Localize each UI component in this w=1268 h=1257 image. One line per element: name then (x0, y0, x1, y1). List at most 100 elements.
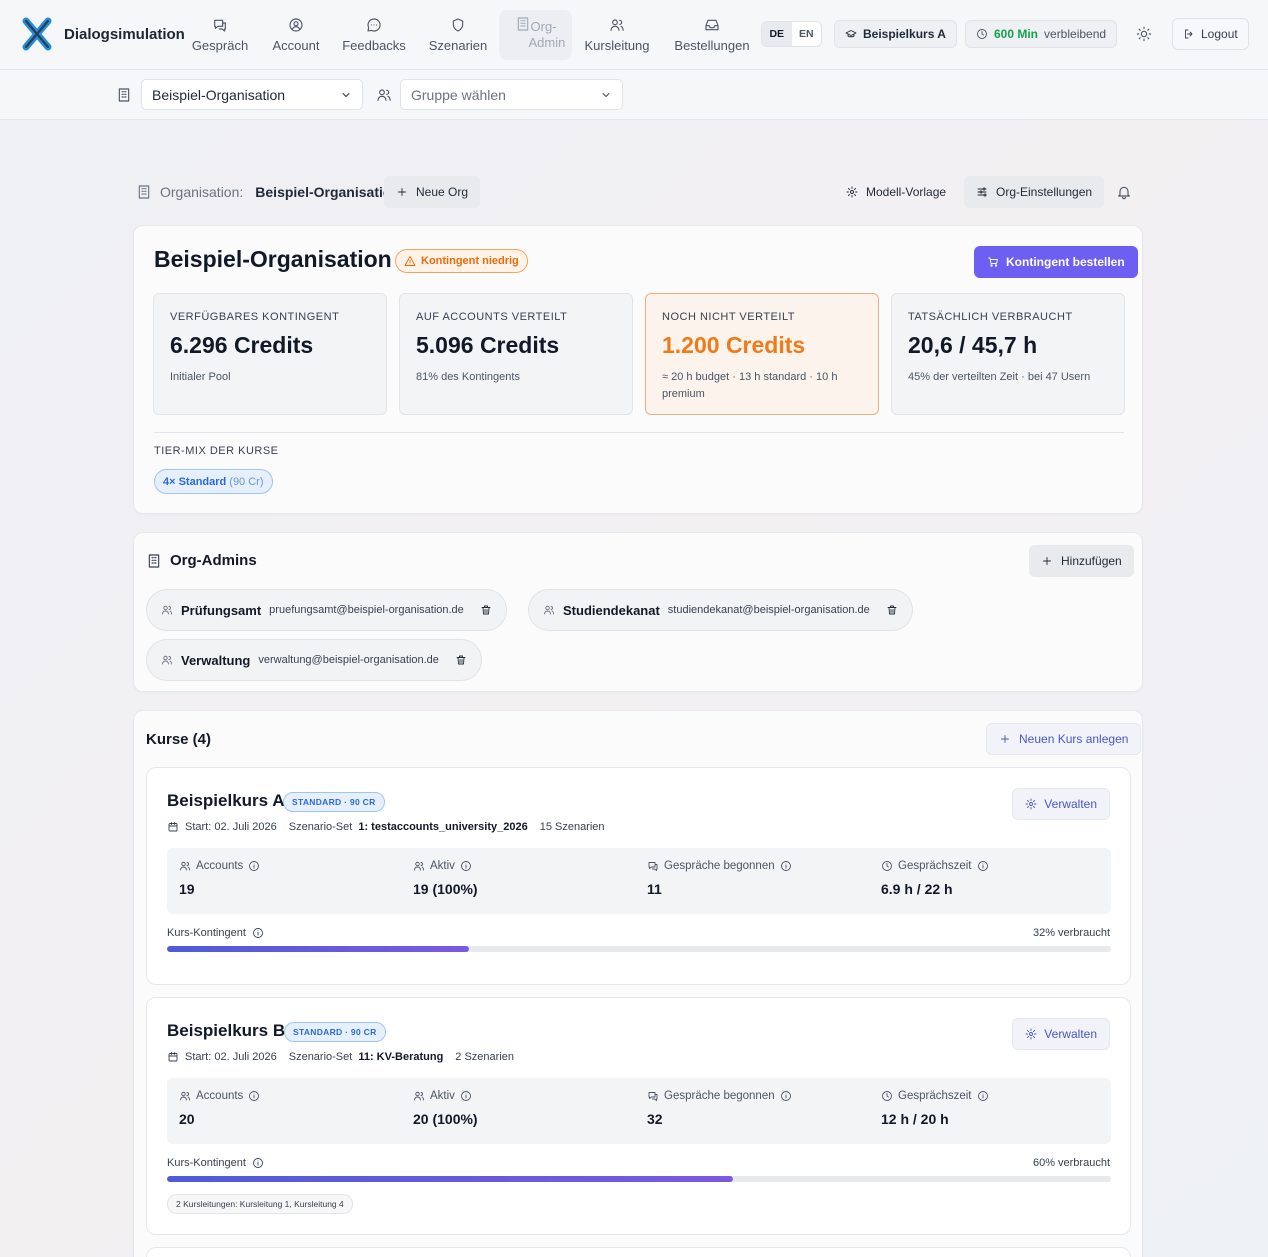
courses-title: Kurse (4) (146, 731, 212, 748)
trash-icon[interactable] (886, 604, 898, 616)
lang-en[interactable]: EN (792, 22, 822, 46)
new-org-button[interactable]: Neue Org (384, 176, 481, 208)
nav-kursleitung[interactable]: Kursleitung (582, 10, 652, 60)
building-icon (146, 553, 162, 569)
course-meta: Start: 02. Juli 2026 Szenario-Set 11: KV… (167, 1051, 514, 1063)
nav-account[interactable]: Account (268, 10, 324, 60)
order-quota-button[interactable]: Kontingent bestellen (974, 246, 1138, 278)
admin-name: Prüfungsamt (181, 602, 262, 618)
shield-icon (450, 17, 466, 33)
add-admin-label: Hinzufügen (1061, 554, 1122, 568)
inbox-icon (704, 17, 720, 33)
info-icon[interactable] (780, 1090, 792, 1102)
course-set-name: 11: KV-Beratung (358, 1051, 444, 1063)
plus-icon (999, 733, 1011, 745)
info-icon[interactable] (248, 860, 260, 872)
nav-gespraech[interactable]: Gespräch (190, 10, 250, 60)
nav-org-admin[interactable]: Org-Admin (499, 10, 572, 60)
building-icon (515, 16, 531, 32)
nav-label: Org-Admin (528, 19, 566, 50)
lang-de[interactable]: DE (762, 22, 792, 46)
info-icon[interactable] (977, 1090, 989, 1102)
course-quota-label: Kurs-Kontingent (167, 927, 264, 939)
course-tier-badge: STANDARD · 90 CR (283, 792, 385, 812)
info-icon[interactable] (252, 1157, 264, 1169)
quota-label-text: Kurs-Kontingent (167, 1157, 246, 1169)
admin-email: studiendekanat@beispiel-organisation.de (667, 604, 870, 616)
course-leads-chip: 2 Kursleitungen: Kursleitung 1, Kursleit… (167, 1194, 353, 1214)
admin-chip: Verwaltung verwaltung@beispiel-organisat… (146, 639, 482, 681)
gear-icon (1025, 1028, 1037, 1040)
course-quota-label: Kurs-Kontingent (167, 1157, 264, 1169)
users-icon (179, 1090, 191, 1102)
metric-active: Aktiv 19 (100%) (413, 860, 478, 897)
metric-value: 11 (647, 881, 662, 897)
message-icon (366, 17, 382, 33)
stat-value: 5.096 Credits (416, 332, 560, 358)
theme-toggle-icon[interactable] (1136, 26, 1152, 42)
course-set-prefix: Szenario-Set (288, 1051, 353, 1063)
org-settings-button[interactable]: Org-Einstellungen (964, 176, 1105, 208)
stat-caption: Tatsächlich verbraucht (908, 311, 1073, 323)
info-icon[interactable] (248, 1090, 260, 1102)
metric-label: Aktiv (430, 1090, 455, 1102)
nav-bestellungen[interactable]: Bestellungen (672, 10, 752, 60)
metric-value: 19 (100%) (413, 881, 478, 897)
info-icon[interactable] (460, 1090, 472, 1102)
users-icon (376, 87, 392, 103)
group-select[interactable]: Gruppe wählen (400, 79, 623, 110)
gear-icon (846, 186, 858, 198)
course-meta: Start: 02. Juli 2026 Szenario-Set 1: tes… (167, 821, 605, 833)
info-icon[interactable] (977, 860, 989, 872)
metric-value: 20 (100%) (413, 1111, 478, 1127)
trash-icon[interactable] (455, 654, 467, 666)
org-label: Organisation: Beispiel-Organisation (136, 184, 400, 200)
courses-card: Kurse (4) Neuen Kurs anlegen Beispielkur… (133, 710, 1143, 1257)
info-icon[interactable] (780, 860, 792, 872)
current-course-button[interactable]: Beispielkurs A (834, 20, 957, 48)
brand[interactable]: Dialogsimulation (20, 17, 185, 51)
logout-label: Logout (1201, 27, 1238, 41)
brand-name: Dialogsimulation (64, 25, 185, 43)
user-circle-icon (288, 17, 304, 33)
course-card: Beispielkurs B STANDARD · 90 CR Verwalte… (146, 997, 1131, 1235)
org-select[interactable]: Beispiel-Organisation (141, 79, 363, 110)
logout-button[interactable]: Logout (1172, 18, 1249, 50)
manage-course-button[interactable]: Verwalten (1012, 1018, 1110, 1050)
calendar-icon (167, 1051, 179, 1063)
manage-course-button[interactable]: Verwalten (1012, 788, 1110, 820)
user-icon (161, 604, 173, 616)
tier-mix-main: 4× Standard (163, 475, 227, 488)
nav-label: Kursleitung (584, 38, 650, 53)
add-admin-button[interactable]: Hinzufügen (1029, 545, 1134, 577)
user-icon (161, 654, 173, 666)
metric-value: 19 (179, 881, 195, 897)
course-set-name: 1: testaccounts_university_2026 (358, 821, 528, 833)
info-icon[interactable] (460, 860, 472, 872)
course-metrics: Accounts 20 Aktiv 20 (100%) Gespräche be… (167, 1078, 1111, 1144)
clock-icon (881, 1090, 893, 1102)
model-template-button[interactable]: Modell-Vorlage (834, 176, 958, 208)
users-icon (413, 1090, 425, 1102)
admin-name: Studiendekanat (563, 602, 660, 618)
nav-szenarien[interactable]: Szenarien (426, 10, 490, 60)
nav-feedbacks[interactable]: Feedbacks (340, 10, 408, 60)
metric-label: Gespräche begonnen (664, 1090, 775, 1102)
org-overview-card: Beispiel-Organisation Kontingent niedrig… (133, 225, 1143, 514)
minutes-remaining: 600 Min verbleibend (965, 20, 1118, 48)
trash-icon[interactable] (480, 604, 492, 616)
metric-conversations: Gespräche begonnen 11 (647, 860, 792, 897)
course-scenarios: 2 Szenarien (455, 1051, 515, 1063)
quota-low-label: Kontingent niedrig (421, 255, 519, 267)
bell-icon[interactable] (1116, 184, 1132, 200)
info-icon[interactable] (252, 927, 264, 939)
group-select-placeholder: Gruppe wählen (411, 86, 506, 103)
metric-label: Gespräche begonnen (664, 860, 775, 872)
course-start: Start: 02. Juli 2026 (185, 821, 277, 833)
new-course-button[interactable]: Neuen Kurs anlegen (986, 723, 1142, 755)
minutes-value: 600 Min (994, 27, 1039, 41)
stat-sub: Initialer Pool (170, 371, 231, 383)
stat-value: 20,6 / 45,7 h (908, 332, 1038, 358)
plus-icon (1041, 555, 1053, 567)
metric-accounts: Accounts 20 (179, 1090, 260, 1127)
